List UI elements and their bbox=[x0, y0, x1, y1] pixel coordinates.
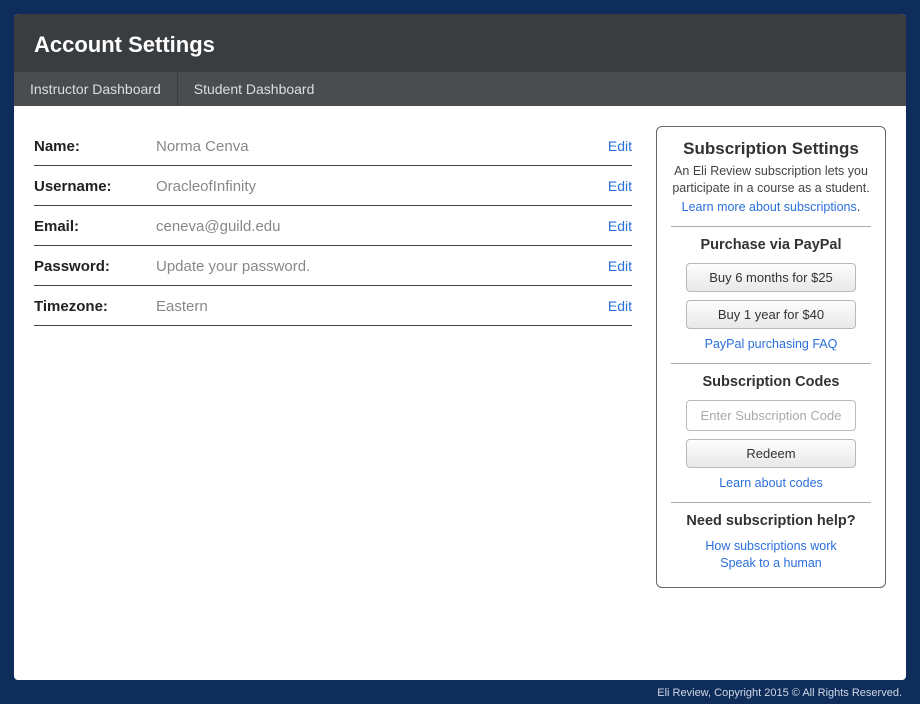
tab-bar: Instructor Dashboard Student Dashboard bbox=[14, 72, 906, 106]
subscription-code-input[interactable] bbox=[686, 400, 856, 431]
row-username: Username: OracleofInfinity Edit bbox=[34, 166, 632, 206]
footer-copyright: Eli Review, Copyright 2015 © All Rights … bbox=[657, 687, 902, 699]
divider bbox=[671, 226, 871, 227]
paypal-faq-link[interactable]: PayPal purchasing FAQ bbox=[671, 337, 871, 351]
edit-username-link[interactable]: Edit bbox=[608, 178, 632, 194]
settings-panel: Account Settings Instructor Dashboard St… bbox=[14, 14, 906, 680]
tab-student-dashboard[interactable]: Student Dashboard bbox=[178, 72, 331, 106]
divider bbox=[671, 502, 871, 503]
value-password: Update your password. bbox=[156, 258, 608, 275]
redeem-button[interactable]: Redeem bbox=[686, 439, 856, 468]
label-password: Password: bbox=[34, 258, 156, 275]
buy-6-months-button[interactable]: Buy 6 months for $25 bbox=[686, 263, 856, 292]
subscription-desc: An Eli Review subscription lets you part… bbox=[671, 163, 871, 197]
content-area: Name: Norma Cenva Edit Username: Oracleo… bbox=[14, 106, 906, 608]
subscription-codes-title: Subscription Codes bbox=[671, 374, 871, 390]
label-email: Email: bbox=[34, 218, 156, 235]
edit-password-link[interactable]: Edit bbox=[608, 258, 632, 274]
row-email: Email: ceneva@guild.edu Edit bbox=[34, 206, 632, 246]
settings-list: Name: Norma Cenva Edit Username: Oracleo… bbox=[34, 126, 632, 326]
edit-name-link[interactable]: Edit bbox=[608, 138, 632, 154]
purchase-paypal-title: Purchase via PayPal bbox=[671, 237, 871, 253]
subscription-sidebar: Subscription Settings An Eli Review subs… bbox=[656, 126, 886, 588]
label-timezone: Timezone: bbox=[34, 298, 156, 315]
row-name: Name: Norma Cenva Edit bbox=[34, 126, 632, 166]
buy-1-year-button[interactable]: Buy 1 year for $40 bbox=[686, 300, 856, 329]
learn-about-codes-link[interactable]: Learn about codes bbox=[671, 476, 871, 490]
row-timezone: Timezone: Eastern Edit bbox=[34, 286, 632, 326]
panel-header: Account Settings bbox=[14, 14, 906, 72]
need-help-title: Need subscription help? bbox=[671, 513, 871, 529]
divider bbox=[671, 363, 871, 364]
value-timezone: Eastern bbox=[156, 298, 608, 315]
value-email: ceneva@guild.edu bbox=[156, 218, 608, 235]
edit-timezone-link[interactable]: Edit bbox=[608, 298, 632, 314]
value-name: Norma Cenva bbox=[156, 138, 608, 155]
tab-instructor-dashboard[interactable]: Instructor Dashboard bbox=[14, 72, 178, 106]
learn-more-subscriptions-link[interactable]: Learn more about subscriptions bbox=[682, 200, 857, 214]
how-subscriptions-work-link[interactable]: How subscriptions work bbox=[671, 539, 871, 553]
label-name: Name: bbox=[34, 138, 156, 155]
edit-email-link[interactable]: Edit bbox=[608, 218, 632, 234]
row-password: Password: Update your password. Edit bbox=[34, 246, 632, 286]
label-username: Username: bbox=[34, 178, 156, 195]
page-title: Account Settings bbox=[34, 32, 886, 58]
subscription-title: Subscription Settings bbox=[671, 139, 871, 159]
speak-to-human-link[interactable]: Speak to a human bbox=[671, 556, 871, 570]
value-username: OracleofInfinity bbox=[156, 178, 608, 195]
